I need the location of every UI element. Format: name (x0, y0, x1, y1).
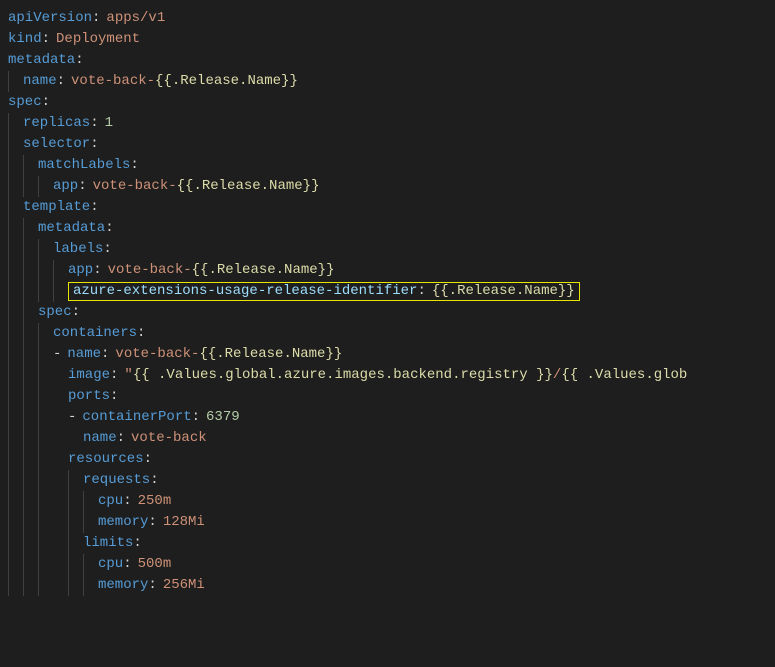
yaml-key: image (68, 365, 110, 386)
yaml-key: memory (98, 512, 148, 533)
code-line: labels: (8, 239, 775, 260)
yaml-value: / (553, 365, 561, 386)
yaml-key: name (67, 344, 101, 365)
yaml-key: spec (8, 92, 42, 113)
code-line: cpu:500m (8, 554, 775, 575)
yaml-key: name (23, 71, 57, 92)
template-expr: {{.Release.Name}} (155, 71, 298, 92)
yaml-key: cpu (98, 491, 123, 512)
code-line: spec: (8, 302, 775, 323)
yaml-key: replicas (23, 113, 90, 134)
code-line: spec: (8, 92, 775, 113)
yaml-value: 1 (105, 113, 113, 134)
yaml-key: metadata (8, 50, 75, 71)
code-line: selector: (8, 134, 775, 155)
code-line: -name:vote-back-{{.Release.Name}} (8, 344, 775, 365)
yaml-value: Deployment (56, 29, 140, 50)
highlighted-line: azure-extensions-usage-release-identifie… (8, 281, 775, 302)
code-line: limits: (8, 533, 775, 554)
yaml-key: metadata (38, 218, 105, 239)
code-line: metadata: (8, 50, 775, 71)
yaml-value: 6379 (206, 407, 240, 428)
code-line: image:"{{ .Values.global.azure.images.ba… (8, 365, 775, 386)
code-editor[interactable]: apiVersion:apps/v1 kind:Deployment metad… (8, 8, 775, 596)
yaml-key: app (68, 260, 93, 281)
template-expr: {{ .Values.glob (561, 365, 687, 386)
yaml-key: memory (98, 575, 148, 596)
code-line: memory:128Mi (8, 512, 775, 533)
template-expr: {{.Release.Name}} (177, 176, 320, 197)
yaml-key: spec (38, 302, 72, 323)
code-line: containers: (8, 323, 775, 344)
yaml-value: vote-back- (115, 344, 199, 365)
code-line: cpu:250m (8, 491, 775, 512)
template-expr: {{.Release.Name}} (192, 260, 335, 281)
yaml-value: 250m (138, 491, 172, 512)
yaml-key: ports (68, 386, 110, 407)
code-line: name:vote-back (8, 428, 775, 449)
code-line: matchLabels: (8, 155, 775, 176)
yaml-key: resources (68, 449, 144, 470)
yaml-key: containers (53, 323, 137, 344)
yaml-key: cpu (98, 554, 123, 575)
yaml-quote: " (124, 365, 132, 386)
code-line: name:vote-back-{{.Release.Name}} (8, 71, 775, 92)
highlight-box: azure-extensions-usage-release-identifie… (68, 282, 580, 301)
code-line: -containerPort:6379 (8, 407, 775, 428)
code-line: template: (8, 197, 775, 218)
code-line: app:vote-back-{{.Release.Name}} (8, 260, 775, 281)
yaml-key: kind (8, 29, 42, 50)
yaml-key: template (23, 197, 90, 218)
code-line: app:vote-back-{{.Release.Name}} (8, 176, 775, 197)
template-expr: {{.Release.Name}} (432, 283, 575, 299)
yaml-key: apiVersion (8, 8, 92, 29)
yaml-key: requests (83, 470, 150, 491)
yaml-key: containerPort (82, 407, 191, 428)
yaml-value: vote-back- (93, 176, 177, 197)
yaml-value: vote-back- (108, 260, 192, 281)
code-line: requests: (8, 470, 775, 491)
yaml-key: labels (53, 239, 103, 260)
code-line: ports: (8, 386, 775, 407)
yaml-key: azure-extensions-usage-release-identifie… (73, 281, 417, 302)
code-line: metadata: (8, 218, 775, 239)
yaml-key: name (83, 428, 117, 449)
yaml-key: limits (83, 533, 133, 554)
code-line: kind:Deployment (8, 29, 775, 50)
yaml-key: selector (23, 134, 90, 155)
code-line: apiVersion:apps/v1 (8, 8, 775, 29)
template-expr: {{ .Values.global.azure.images.backend.r… (133, 365, 553, 386)
code-line: replicas:1 (8, 113, 775, 134)
code-line: resources: (8, 449, 775, 470)
yaml-value: vote-back- (71, 71, 155, 92)
yaml-value: vote-back (131, 428, 207, 449)
template-expr: {{.Release.Name}} (199, 344, 342, 365)
yaml-value: 500m (138, 554, 172, 575)
yaml-key: matchLabels (38, 155, 130, 176)
code-line: memory:256Mi (8, 575, 775, 596)
yaml-value: 128Mi (163, 512, 205, 533)
yaml-value: 256Mi (163, 575, 205, 596)
yaml-value: apps/v1 (106, 8, 165, 29)
yaml-key: app (53, 176, 78, 197)
